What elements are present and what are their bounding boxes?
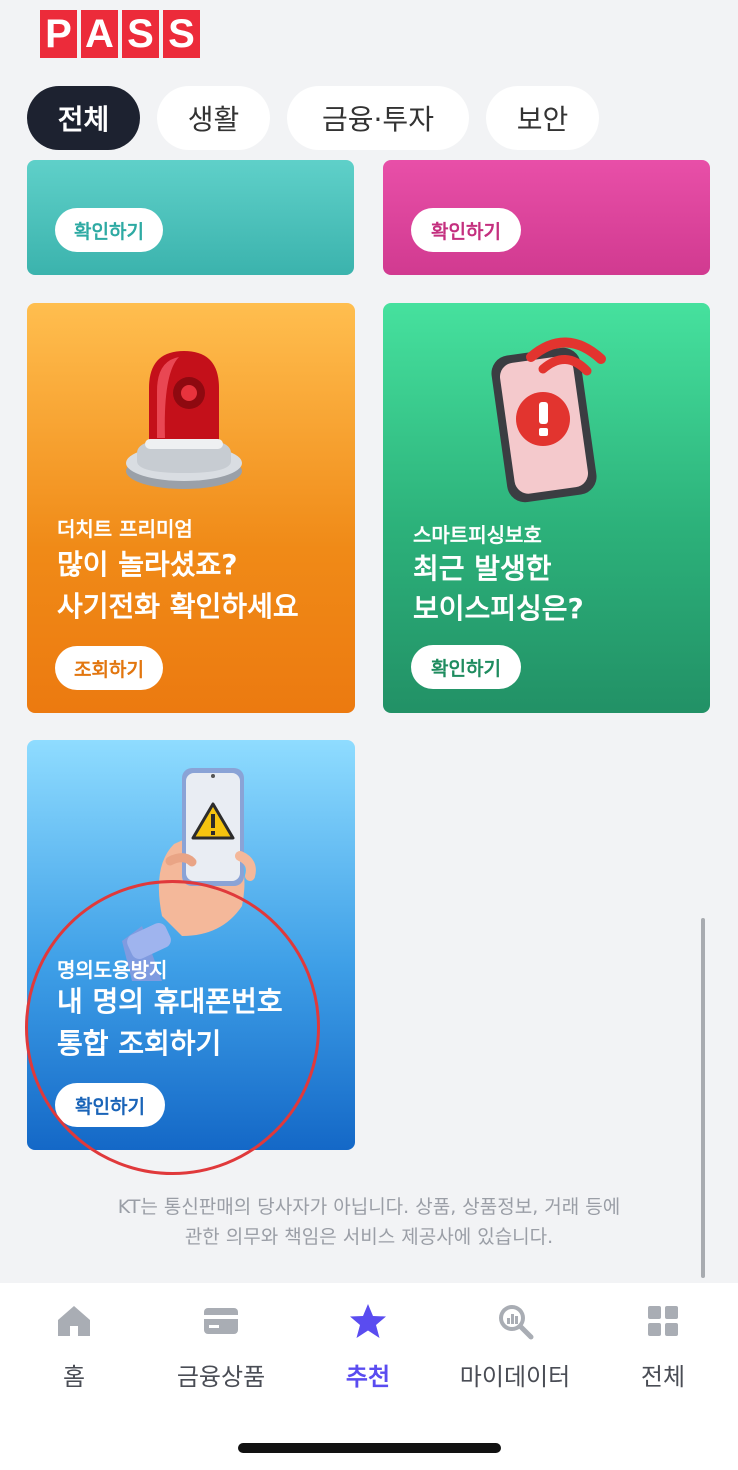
card-title-line2: 통합 조회하기 xyxy=(57,1027,222,1060)
nav-label: 금융상품 xyxy=(176,1363,266,1391)
data-search-icon xyxy=(495,1301,535,1341)
lookup-button[interactable]: 조회하기 xyxy=(55,646,163,690)
card-teal[interactable]: 확인하기 xyxy=(27,160,354,275)
card-eyebrow: 스마트피싱보호 xyxy=(413,523,542,547)
card-title-line1: 많이 놀라셨죠? xyxy=(57,548,238,581)
nav-home[interactable]: 홈 xyxy=(0,1301,154,1392)
logo-letter: S xyxy=(122,10,159,58)
home-indicator[interactable] xyxy=(238,1443,501,1453)
scrollbar[interactable] xyxy=(701,918,705,1278)
card-smart-phishing[interactable]: 스마트피싱보호 최근 발생한 보이스피싱은? 확인하기 xyxy=(383,303,710,713)
tab-finance-invest[interactable]: 금융·투자 xyxy=(287,86,469,150)
disclaimer-line: KT는 통신판매의 당사자가 아닙니다. 상품, 상품정보, 거래 등에 xyxy=(117,1196,621,1218)
nav-label: 홈 xyxy=(62,1363,86,1391)
star-icon xyxy=(348,1301,388,1341)
grid-icon xyxy=(643,1301,683,1341)
nav-recommend[interactable]: 추천 xyxy=(288,1301,448,1392)
disclaimer: KT는 통신판매의 당사자가 아닙니다. 상품, 상품정보, 거래 등에 관한 … xyxy=(0,1192,738,1252)
home-icon xyxy=(54,1301,94,1341)
card-title-line1: 내 명의 휴대폰번호 xyxy=(57,985,283,1018)
nav-label: 마이데이터 xyxy=(459,1363,571,1391)
nav-label: 추천 xyxy=(345,1363,391,1391)
card-identity-theft[interactable]: 명의도용방지 내 명의 휴대폰번호 통합 조회하기 확인하기 xyxy=(27,740,355,1150)
card-title-line2: 보이스피싱은? xyxy=(413,592,584,625)
tab-all[interactable]: 전체 xyxy=(27,86,140,150)
card-title-line1: 최근 발생한 xyxy=(413,552,552,585)
bottom-nav: 홈 금융상품 추천 마이데이터 전체 xyxy=(0,1283,738,1470)
card-title-line2: 사기전화 확인하세요 xyxy=(57,590,299,623)
card-cheat-premium[interactable]: 더치트 프리미엄 많이 놀라셨죠? 사기전화 확인하세요 조회하기 xyxy=(27,303,355,713)
disclaimer-line: 관한 의무와 책임은 서비스 제공사에 있습니다. xyxy=(184,1226,554,1248)
check-button[interactable]: 확인하기 xyxy=(411,645,521,689)
nav-mydata[interactable]: 마이데이터 xyxy=(435,1301,595,1392)
nav-label: 전체 xyxy=(640,1363,686,1391)
tab-life[interactable]: 생활 xyxy=(157,86,270,150)
card-eyebrow: 명의도용방지 xyxy=(57,958,168,982)
tab-security[interactable]: 보안 xyxy=(486,86,599,150)
pass-recommend-screen: P A S S 전체 생활 금융·투자 보안 확인하기 확인하기 더치트 프리미… xyxy=(0,0,738,1470)
pass-logo: P A S S xyxy=(40,10,200,58)
logo-letter: P xyxy=(40,10,77,58)
check-button[interactable]: 확인하기 xyxy=(411,208,521,252)
category-tabs: 전체 생활 금융·투자 보안 xyxy=(27,86,599,150)
card-eyebrow: 더치트 프리미엄 xyxy=(57,517,193,541)
check-button[interactable]: 확인하기 xyxy=(55,208,163,252)
check-button[interactable]: 확인하기 xyxy=(55,1083,165,1127)
nav-finance-products[interactable]: 금융상품 xyxy=(141,1301,301,1392)
phone-alert-icon xyxy=(491,337,606,503)
nav-all[interactable]: 전체 xyxy=(583,1301,738,1392)
card-icon xyxy=(201,1301,241,1341)
siren-icon xyxy=(126,351,242,489)
logo-letter: S xyxy=(163,10,200,58)
card-pink[interactable]: 확인하기 xyxy=(383,160,710,275)
logo-letter: A xyxy=(81,10,118,58)
hand-phone-warning-icon xyxy=(122,768,256,981)
